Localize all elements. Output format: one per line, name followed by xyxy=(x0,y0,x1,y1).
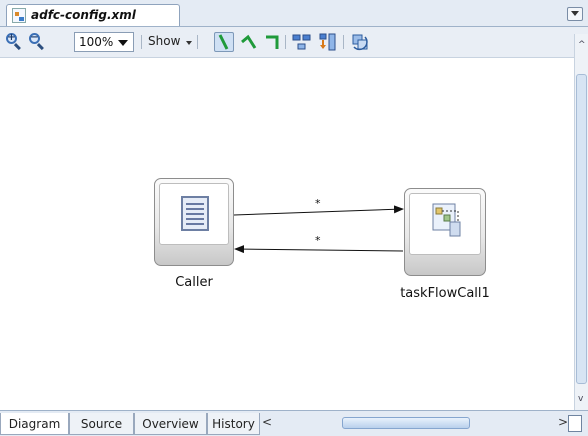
task-flow-call-node[interactable] xyxy=(404,188,486,276)
toolbar-divider xyxy=(141,35,142,49)
scroll-up-icon[interactable]: ^ xyxy=(578,40,586,50)
scroll-right-icon[interactable]: > xyxy=(558,415,568,429)
zoom-in-icon[interactable]: + xyxy=(6,32,24,51)
zoom-select[interactable]: 100% xyxy=(74,32,134,52)
orthogonal-line-icon[interactable] xyxy=(263,32,283,52)
diagram-canvas[interactable]: * * Caller taskFlowCall1 xyxy=(0,58,574,410)
toolbar-divider xyxy=(343,35,344,49)
scroll-left-icon[interactable]: < xyxy=(262,415,272,429)
polyline-icon[interactable] xyxy=(239,32,259,52)
diagram-toolbar: + − 100% Show xyxy=(0,27,588,58)
zoom-value: 100% xyxy=(79,35,114,49)
horizontal-scrollbar[interactable]: < > xyxy=(262,414,572,432)
task-flow-call-icon xyxy=(430,202,464,242)
caller-node[interactable] xyxy=(154,178,234,266)
chevron-down-icon xyxy=(186,41,192,45)
adfc-config-file-icon xyxy=(12,8,26,23)
chevron-down-icon xyxy=(118,40,128,46)
scroll-down-icon[interactable]: v xyxy=(578,394,583,404)
edges-layer xyxy=(233,205,404,254)
layout-vertical-icon[interactable] xyxy=(318,32,338,52)
tab-overview[interactable]: Overview xyxy=(134,413,207,435)
vertical-scroll-thumb[interactable] xyxy=(576,74,587,384)
show-menu-button[interactable]: Show xyxy=(148,34,180,48)
file-tab[interactable]: adfc-config.xml xyxy=(6,4,180,26)
vertical-scrollbar[interactable]: ^ v xyxy=(574,34,588,410)
edge-label: * xyxy=(315,197,321,210)
editor-bottom-tabs: Diagram Source Overview History < > xyxy=(0,410,588,436)
file-tab-label: adfc-config.xml xyxy=(31,8,136,22)
node-icon-frame xyxy=(159,183,229,245)
layout-horizontal-icon[interactable] xyxy=(292,32,312,52)
tab-diagram[interactable]: Diagram xyxy=(0,413,69,435)
view-page-icon xyxy=(181,196,209,231)
node-icon-frame xyxy=(409,193,481,255)
task-flow-call-node-label: taskFlowCall1 xyxy=(400,286,490,301)
toolbar-divider xyxy=(285,35,286,49)
caller-node-label: Caller xyxy=(175,275,213,290)
toolbar-divider xyxy=(197,35,198,49)
chevron-down-icon[interactable] xyxy=(567,7,583,21)
edge-taskflowcall-to-caller[interactable] xyxy=(234,245,404,254)
tab-source[interactable]: Source xyxy=(69,413,134,435)
edge-label: * xyxy=(315,234,321,247)
tab-history[interactable]: History xyxy=(207,413,260,435)
refresh-icon[interactable] xyxy=(350,32,370,52)
split-editor-button[interactable] xyxy=(568,415,582,432)
horizontal-scroll-thumb[interactable] xyxy=(342,417,470,429)
straight-line-icon[interactable] xyxy=(214,32,234,52)
zoom-out-icon[interactable]: − xyxy=(29,32,47,51)
editor-tab-strip: adfc-config.xml xyxy=(0,0,588,27)
